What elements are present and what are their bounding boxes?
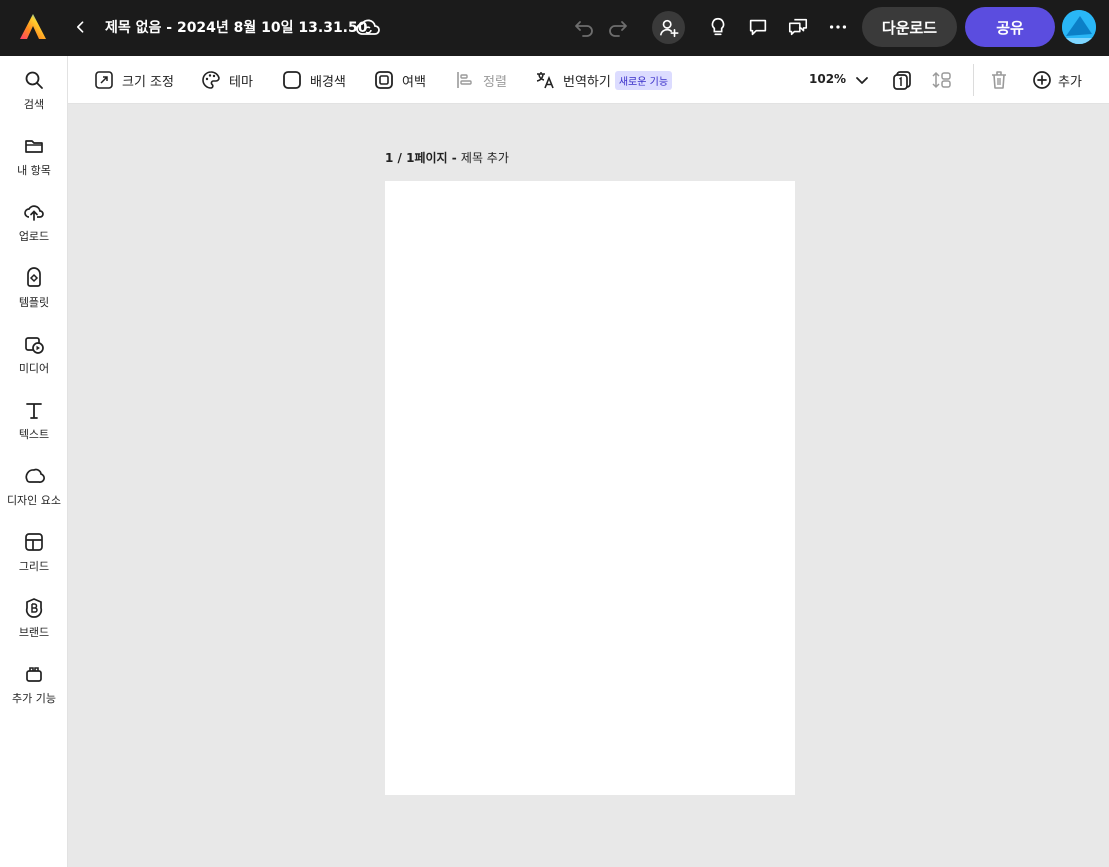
toolbar-divider <box>973 64 974 96</box>
sidebar-item-label: 내 항목 <box>17 164 51 177</box>
translate-label: 번역하기 <box>563 74 611 90</box>
back-button[interactable] <box>70 16 92 38</box>
sidebar-item-templates[interactable]: 템플릿 <box>0 254 68 314</box>
chat-bubbles-icon <box>788 18 808 36</box>
comment-icon <box>749 19 767 36</box>
user-add-icon <box>659 19 679 37</box>
left-sidebar: 검색 내 항목 업로드 템플릿 미디어 텍스트 디자인 요소 그리드 브랜드 추… <box>0 56 68 867</box>
sidebar-item-label: 텍스트 <box>18 428 50 441</box>
sidebar-item-label: 업로드 <box>18 230 50 243</box>
template-icon <box>27 267 41 287</box>
add-label: 추가 <box>1058 74 1082 90</box>
translate-button[interactable]: 번역하기 새로운 기능 <box>535 69 673 91</box>
zoom-level[interactable]: 102% <box>809 72 846 86</box>
text-icon <box>26 403 42 419</box>
align-button[interactable]: 정렬 <box>455 69 507 91</box>
sidebar-item-label: 디자인 요소 <box>6 494 62 507</box>
page-separator: - <box>447 151 461 165</box>
sidebar-item-upload[interactable]: 업로드 <box>0 188 68 248</box>
editor-toolbar: 크기 조정 테마 배경색 여백 정렬 번역하기 새로운 기능 102% 추가 <box>68 56 1109 104</box>
undo-button[interactable] <box>572 15 596 39</box>
add-page-button[interactable]: 추가 <box>1032 69 1082 91</box>
sidebar-item-search[interactable]: 검색 <box>0 56 68 116</box>
sidebar-item-brand[interactable]: 브랜드 <box>0 584 68 644</box>
sidebar-item-label: 그리드 <box>18 560 50 573</box>
layer-order-button[interactable] <box>931 69 953 91</box>
more-options-button[interactable] <box>826 15 850 39</box>
cloud-upload-icon <box>24 205 44 221</box>
grid-icon <box>25 533 43 551</box>
sidebar-item-my-items[interactable]: 내 항목 <box>0 122 68 182</box>
cloud-sync-icon[interactable] <box>355 15 381 41</box>
avatar[interactable] <box>1062 10 1096 44</box>
margin-label: 여백 <box>402 74 426 90</box>
download-button[interactable]: 다운로드 <box>862 7 957 47</box>
margin-icon <box>375 71 393 89</box>
share-button[interactable]: 공유 <box>965 7 1055 47</box>
sidebar-item-label: 브랜드 <box>18 626 50 639</box>
theme-button[interactable]: 테마 <box>201 69 253 91</box>
zoom-dropdown[interactable] <box>853 71 871 89</box>
trash-icon <box>992 71 1006 89</box>
sidebar-item-grid[interactable]: 그리드 <box>0 518 68 578</box>
invite-collaborator-button[interactable] <box>652 11 685 44</box>
shapes-icon <box>25 468 45 483</box>
theme-label: 테마 <box>229 74 253 90</box>
addons-icon <box>26 667 42 682</box>
review-button[interactable] <box>786 15 810 39</box>
top-bar: 제목 없음 - 2024년 8월 10일 13.31.50 다운로드 공유 <box>0 0 1109 56</box>
sidebar-item-label: 템플릿 <box>18 296 50 309</box>
palette-icon <box>202 71 220 89</box>
redo-button[interactable] <box>606 15 630 39</box>
square-icon <box>283 71 301 89</box>
page-indicator: 1 / 1페이지 <box>385 151 448 165</box>
resize-label: 크기 조정 <box>122 74 174 90</box>
pages-icon <box>893 71 911 90</box>
sidebar-item-label: 추가 기능 <box>12 692 56 705</box>
align-icon <box>457 72 472 88</box>
resize-button[interactable]: 크기 조정 <box>94 69 174 91</box>
translate-icon <box>536 72 554 89</box>
document-title[interactable]: 제목 없음 - 2024년 8월 10일 13.31.50 <box>105 17 368 37</box>
background-color-button[interactable]: 배경색 <box>282 69 346 91</box>
design-page[interactable] <box>385 181 795 795</box>
page-header: 1 / 1페이지 - 제목 추가 <box>385 149 509 166</box>
more-horizontal-icon <box>829 25 847 29</box>
layers-icon <box>932 71 951 89</box>
sidebar-item-label: 미디어 <box>18 362 50 375</box>
ideas-button[interactable] <box>706 15 730 39</box>
delete-button[interactable] <box>988 69 1010 91</box>
background-color-label: 배경색 <box>310 74 346 90</box>
brand-icon <box>25 598 43 618</box>
redo-icon <box>609 21 627 37</box>
sidebar-item-text[interactable]: 텍스트 <box>0 386 68 446</box>
sidebar-item-label: 검색 <box>23 98 45 111</box>
sidebar-item-design-elements[interactable]: 디자인 요소 <box>0 452 68 512</box>
sidebar-item-media[interactable]: 미디어 <box>0 320 68 380</box>
align-label: 정렬 <box>483 74 507 90</box>
new-feature-badge: 새로운 기능 <box>614 70 673 90</box>
pages-button[interactable] <box>891 69 913 91</box>
search-icon <box>25 71 43 89</box>
sidebar-item-add-ons[interactable]: 추가 기능 <box>0 650 68 710</box>
comments-button[interactable] <box>746 15 770 39</box>
folder-icon <box>25 140 43 153</box>
margin-button[interactable]: 여백 <box>374 69 426 91</box>
media-icon <box>25 337 44 354</box>
chevron-down-icon <box>856 77 868 84</box>
lightbulb-icon <box>711 17 725 36</box>
plus-circle-icon <box>1033 71 1051 89</box>
undo-icon <box>575 21 593 37</box>
resize-icon <box>95 71 113 89</box>
page-title-input[interactable]: 제목 추가 <box>461 151 509 165</box>
adobe-express-logo[interactable] <box>18 12 48 42</box>
chevron-left-icon <box>77 21 84 33</box>
